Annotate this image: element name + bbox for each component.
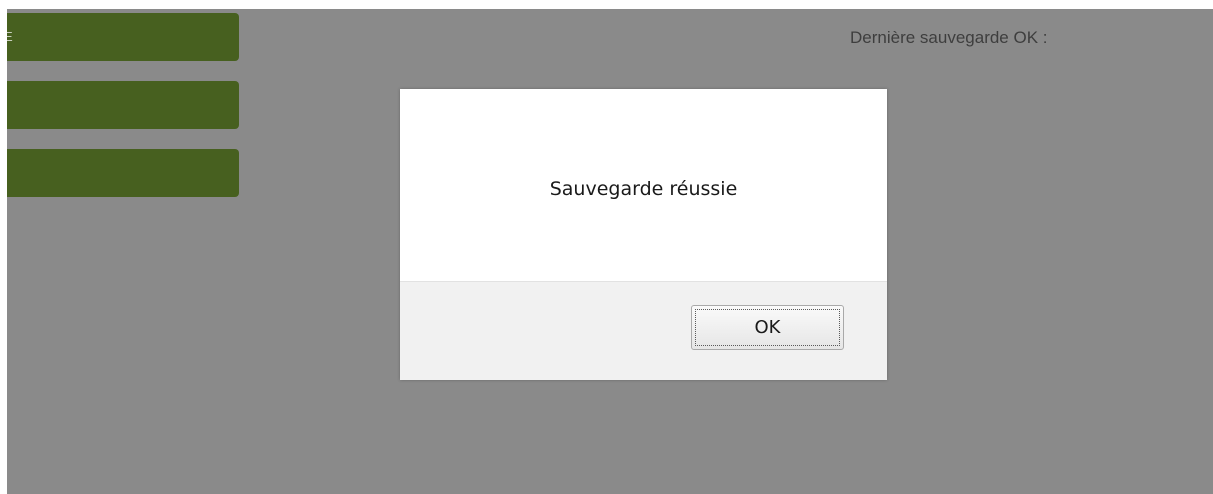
nav-button-1-label: E	[7, 29, 13, 44]
nav-button-2[interactable]	[7, 81, 239, 129]
dialog-footer: OK	[400, 281, 887, 380]
ok-button[interactable]: OK	[691, 305, 844, 350]
alert-dialog: Sauvegarde réussie OK	[400, 89, 887, 380]
nav-button-3[interactable]	[7, 149, 239, 197]
dialog-body: Sauvegarde réussie	[400, 89, 887, 281]
nav-button-1[interactable]: E	[7, 13, 239, 61]
dialog-message: Sauvegarde réussie	[549, 178, 738, 200]
ok-button-label: OK	[695, 309, 840, 346]
last-save-status: Dernière sauvegarde OK :	[850, 28, 1048, 47]
app-viewport: E Dernière sauvegarde OK : Sauvegarde ré…	[7, 9, 1213, 494]
